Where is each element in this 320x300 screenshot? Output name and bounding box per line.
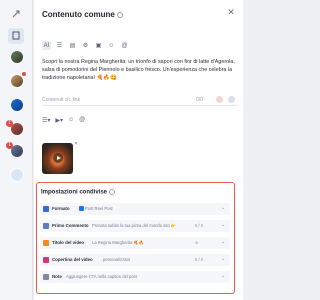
cover-icon — [43, 257, 49, 263]
setting-value: Aggiungere CTA nella caption del post — [66, 274, 137, 279]
setting-value: Prenota subito la tua pizza del mondo si… — [92, 223, 177, 228]
cta-count: 0/0 — [196, 97, 203, 103]
cta-placeholder: Contenuti cit. link — [42, 97, 81, 103]
setting-row-note[interactable]: Note Aggiungere CTA nella caption del po… — [40, 271, 230, 283]
mention-icon[interactable]: @ — [79, 117, 85, 123]
avatar[interactable] — [10, 98, 24, 112]
setting-value: personalizzata — [103, 257, 131, 262]
play-icon[interactable] — [53, 153, 63, 163]
notification-badge: 1 — [6, 142, 13, 149]
expand-icon[interactable] — [8, 6, 24, 22]
text-icon[interactable]: ☰ — [55, 41, 64, 50]
setting-label: Titolo del video — [52, 240, 85, 245]
format-icon[interactable]: ▤ — [68, 41, 77, 50]
remove-media-icon[interactable]: × — [73, 141, 79, 147]
facebook-icon — [79, 206, 84, 212]
app-window: 1 1 Contenuto comune AI ☰ ▤ ⚙ ▣ ☺ @ Scop… — [0, 0, 243, 300]
caption-text[interactable]: Scopri la nostra Regina Margherita: un t… — [42, 58, 238, 90]
setting-row-formato[interactable]: Formato Post Reel Post ⌄ — [40, 203, 230, 215]
chevron-down-icon[interactable]: ⌄ — [221, 205, 225, 211]
format-value: Post Reel Post — [85, 206, 113, 211]
setting-label: Copertina del video — [52, 257, 93, 262]
setting-row-primo-commento[interactable]: Primo Commento Prenota subito la tua piz… — [40, 220, 230, 232]
page-title-text: Contenuto comune — [42, 10, 115, 19]
status-badge — [21, 71, 27, 77]
list-icon[interactable]: ☰▾ — [42, 117, 50, 124]
shared-settings-title-text: Impostazioni condivise — [41, 189, 108, 196]
format-icon — [43, 206, 49, 212]
ai-button[interactable]: AI — [42, 41, 51, 50]
notification-badge: 1 — [6, 120, 13, 127]
warning-icon[interactable] — [216, 96, 223, 103]
settings-icon[interactable]: ⚙ — [81, 41, 90, 50]
chevron-down-icon[interactable]: ⌄ — [221, 273, 225, 279]
title-icon — [43, 240, 49, 246]
search-icon[interactable] — [10, 168, 24, 182]
editor-toolbar: AI ☰ ▤ ⚙ ▣ ☺ @ — [42, 40, 129, 51]
video-thumbnail[interactable] — [42, 143, 73, 174]
info-icon[interactable] — [116, 11, 123, 18]
camera-icon[interactable]: ▶▾ — [55, 117, 63, 124]
copy-icon[interactable] — [8, 28, 24, 44]
setting-row-titolo-video[interactable]: Titolo del video La Regina Margherita 🍕🔥… — [40, 237, 230, 249]
emoji-icon[interactable]: ☺ — [107, 41, 116, 50]
chevron-down-icon[interactable]: ⌄ — [221, 222, 225, 228]
shared-settings-panel: Impostazioni condivise Formato Post Reel… — [36, 182, 235, 294]
mention-icon[interactable]: @ — [120, 41, 129, 50]
image-icon[interactable]: ▣ — [94, 41, 103, 50]
avatar[interactable] — [10, 50, 24, 64]
close-icon[interactable]: ✕ — [224, 5, 238, 19]
sidebar: 1 1 — [0, 0, 33, 300]
page-title: Contenuto comune — [42, 10, 123, 19]
shared-settings-title: Impostazioni condivise — [41, 189, 116, 196]
chevron-down-icon[interactable]: ⌄ — [221, 256, 225, 262]
setting-status: ⊘ — [195, 240, 199, 245]
setting-count: 0 / 0 — [195, 223, 204, 228]
sync-icon[interactable] — [228, 96, 235, 103]
chevron-down-icon[interactable]: ⌄ — [221, 239, 225, 245]
setting-row-copertina-video[interactable]: Copertina del video personalizzata 0 / 0… — [40, 254, 230, 266]
info-icon[interactable] — [109, 189, 116, 195]
note-icon — [43, 274, 49, 280]
setting-count: 0 / 0 — [195, 257, 204, 262]
emoji-icon[interactable]: ☺ — [68, 117, 74, 123]
setting-value: Post Reel Post — [78, 206, 113, 212]
setting-value: La Regina Margherita 🍕🔥 — [92, 240, 144, 245]
setting-label: Formato — [52, 206, 70, 211]
comment-icon — [43, 223, 49, 229]
media-tools: ☰▾ ▶▾ ☺ @ — [42, 115, 85, 125]
setting-label: Primo Commento — [52, 223, 89, 228]
setting-label: Note — [52, 274, 62, 279]
cta-field[interactable]: Contenuti cit. link 0/0 — [42, 96, 238, 106]
